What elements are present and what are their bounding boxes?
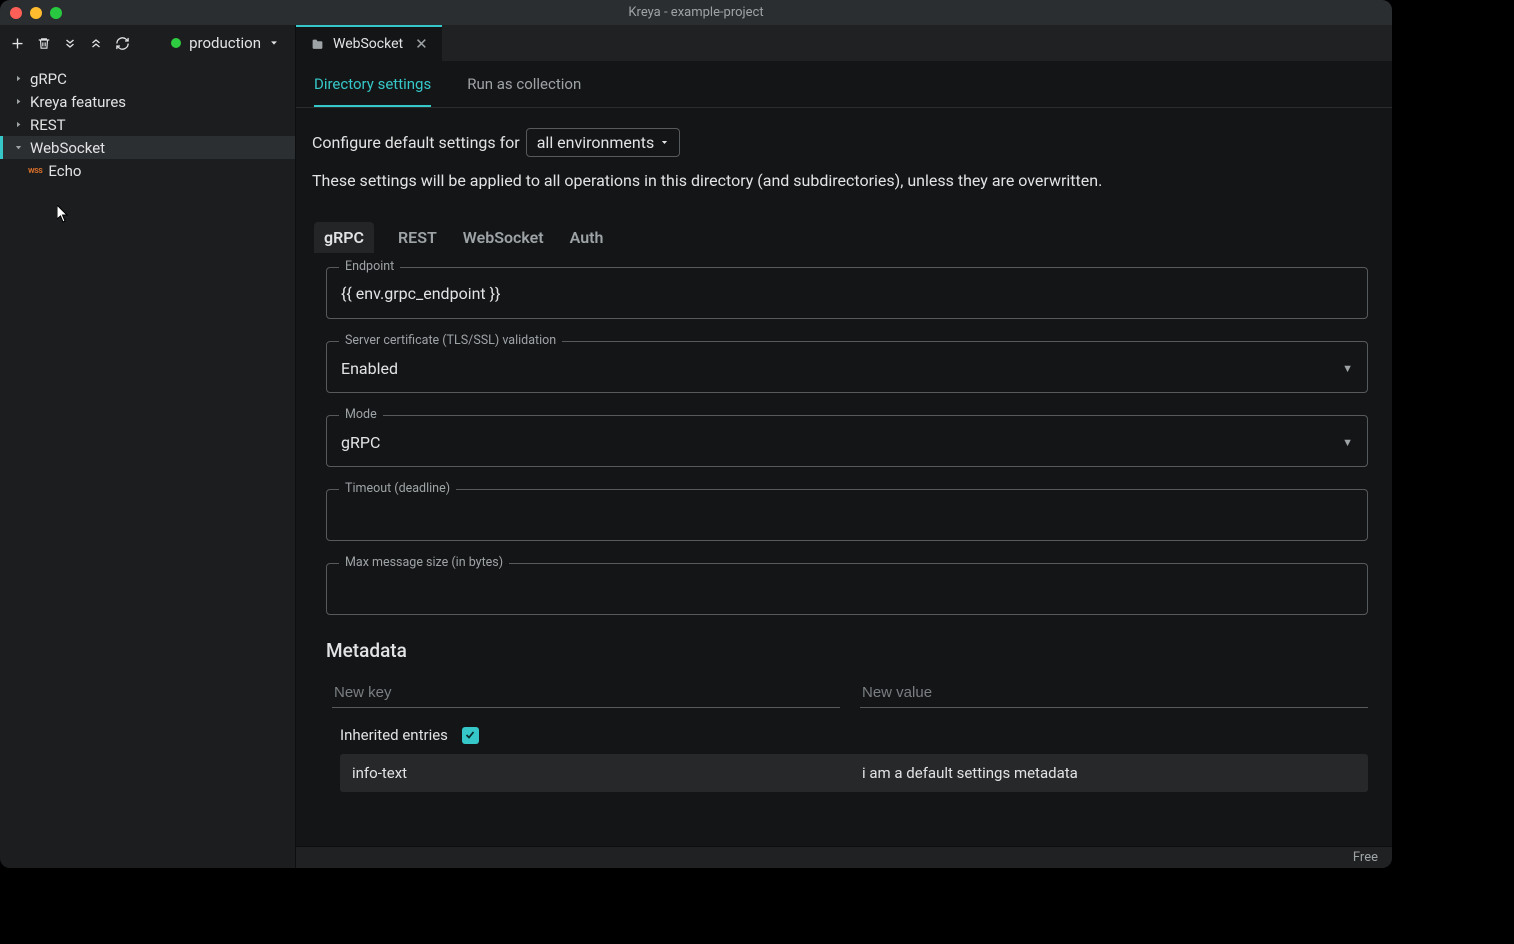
- proto-tab-grpc[interactable]: gRPC: [314, 222, 374, 253]
- field-value: gRPC: [341, 433, 380, 452]
- proto-tab-auth[interactable]: Auth: [568, 222, 606, 253]
- grpc-settings-form: Endpoint {{ env.grpc_endpoint }} Server …: [312, 267, 1374, 615]
- window-controls: [10, 7, 62, 19]
- document-tabstrip: WebSocket ✕: [296, 25, 1392, 61]
- environment-label: production: [189, 34, 261, 52]
- subtab-directory-settings[interactable]: Directory settings: [314, 75, 431, 107]
- folder-icon: [310, 38, 325, 51]
- chevron-down-icon: ▼: [1342, 362, 1353, 375]
- chevron-right-icon: [12, 97, 24, 106]
- metadata-new-row: [332, 678, 1368, 708]
- tree-item-websocket[interactable]: WebSocket: [0, 136, 295, 159]
- inherited-entries-checkbox[interactable]: [462, 727, 479, 744]
- wss-badge: wss: [28, 166, 42, 176]
- chevron-down-icon: [269, 38, 279, 48]
- tab-websocket[interactable]: WebSocket ✕: [296, 25, 442, 61]
- delete-icon[interactable]: [37, 36, 51, 51]
- field-label: Server certificate (TLS/SSL) validation: [339, 333, 562, 348]
- refresh-icon[interactable]: [115, 36, 130, 51]
- tab-label: WebSocket: [333, 36, 403, 52]
- collapse-all-icon[interactable]: [89, 36, 103, 51]
- proto-tab-websocket[interactable]: WebSocket: [461, 222, 546, 253]
- field-label: Timeout (deadline): [339, 481, 456, 496]
- field-label: Max message size (in bytes): [339, 555, 509, 570]
- tree-item-rest[interactable]: REST: [0, 113, 295, 136]
- field-value: [341, 506, 1353, 526]
- subtab-run-as-collection[interactable]: Run as collection: [467, 75, 581, 107]
- mode-field[interactable]: Mode gRPC ▼: [326, 415, 1368, 467]
- tree-item-label: Echo: [48, 162, 81, 180]
- tree-item-label: Kreya features: [30, 93, 126, 111]
- chevron-down-icon: [12, 143, 24, 152]
- proto-tab-rest[interactable]: REST: [396, 222, 439, 253]
- expand-all-icon[interactable]: [63, 36, 77, 51]
- minimize-window-button[interactable]: [30, 7, 42, 19]
- detail-subtabs: Directory settings Run as collection: [296, 61, 1392, 107]
- chevron-down-icon: [660, 138, 669, 147]
- metadata-row[interactable]: info-text i am a default settings metada…: [340, 754, 1368, 792]
- inherited-entries-row: Inherited entries: [340, 726, 1368, 744]
- env-scope-selector[interactable]: all environments: [526, 128, 680, 157]
- main-panel: WebSocket ✕ Directory settings Run as co…: [296, 25, 1392, 868]
- app-window: Kreya - example-project: [0, 0, 1392, 868]
- close-tab-icon[interactable]: ✕: [415, 35, 428, 53]
- max-message-size-field[interactable]: Max message size (in bytes): [326, 563, 1368, 615]
- tree-item-grpc[interactable]: gRPC: [0, 67, 295, 90]
- close-window-button[interactable]: [10, 7, 22, 19]
- environment-selector[interactable]: production: [165, 31, 285, 55]
- settings-content: Configure default settings for all envir…: [296, 108, 1392, 846]
- sidebar: production gRPC Kreya fe: [0, 25, 296, 868]
- tree-item-label: REST: [30, 116, 66, 134]
- timeout-field[interactable]: Timeout (deadline): [326, 489, 1368, 541]
- project-tree: gRPC Kreya features REST: [0, 61, 295, 188]
- status-bar: Free: [296, 846, 1392, 868]
- field-label: Mode: [339, 407, 383, 422]
- metadata-key: info-text: [352, 764, 842, 782]
- field-label: Endpoint: [339, 259, 400, 274]
- plan-badge[interactable]: Free: [1353, 850, 1378, 865]
- chevron-down-icon: ▼: [1342, 436, 1353, 449]
- add-icon[interactable]: [10, 36, 25, 51]
- endpoint-field[interactable]: Endpoint {{ env.grpc_endpoint }}: [326, 267, 1368, 319]
- config-prefix: Configure default settings for: [312, 133, 520, 152]
- titlebar: Kreya - example-project: [0, 0, 1392, 25]
- env-scope-label: all environments: [537, 133, 654, 152]
- chevron-right-icon: [12, 120, 24, 129]
- tree-item-echo[interactable]: wss Echo: [0, 159, 295, 182]
- metadata-new-value-input[interactable]: [860, 678, 1368, 708]
- tree-item-label: WebSocket: [30, 139, 105, 157]
- inherited-entries-label: Inherited entries: [340, 726, 448, 744]
- metadata-new-key-input[interactable]: [332, 678, 840, 708]
- config-scope-line: Configure default settings for all envir…: [312, 128, 1374, 157]
- tls-validation-field[interactable]: Server certificate (TLS/SSL) validation …: [326, 341, 1368, 393]
- tree-item-kreya-features[interactable]: Kreya features: [0, 90, 295, 113]
- window-title: Kreya - example-project: [0, 5, 1392, 20]
- field-value: {{ env.grpc_endpoint }}: [341, 284, 1353, 304]
- maximize-window-button[interactable]: [50, 7, 62, 19]
- tree-item-label: gRPC: [30, 70, 67, 88]
- chevron-right-icon: [12, 74, 24, 83]
- protocol-tabs: gRPC REST WebSocket Auth: [312, 222, 1374, 253]
- environment-status-dot: [171, 38, 181, 48]
- sidebar-toolbar: production: [0, 25, 295, 61]
- field-value: Enabled: [341, 359, 398, 378]
- metadata-heading: Metadata: [326, 639, 1374, 662]
- metadata-value: i am a default settings metadata: [862, 764, 1356, 782]
- config-help-text: These settings will be applied to all op…: [312, 171, 1374, 190]
- field-value: [341, 580, 1353, 600]
